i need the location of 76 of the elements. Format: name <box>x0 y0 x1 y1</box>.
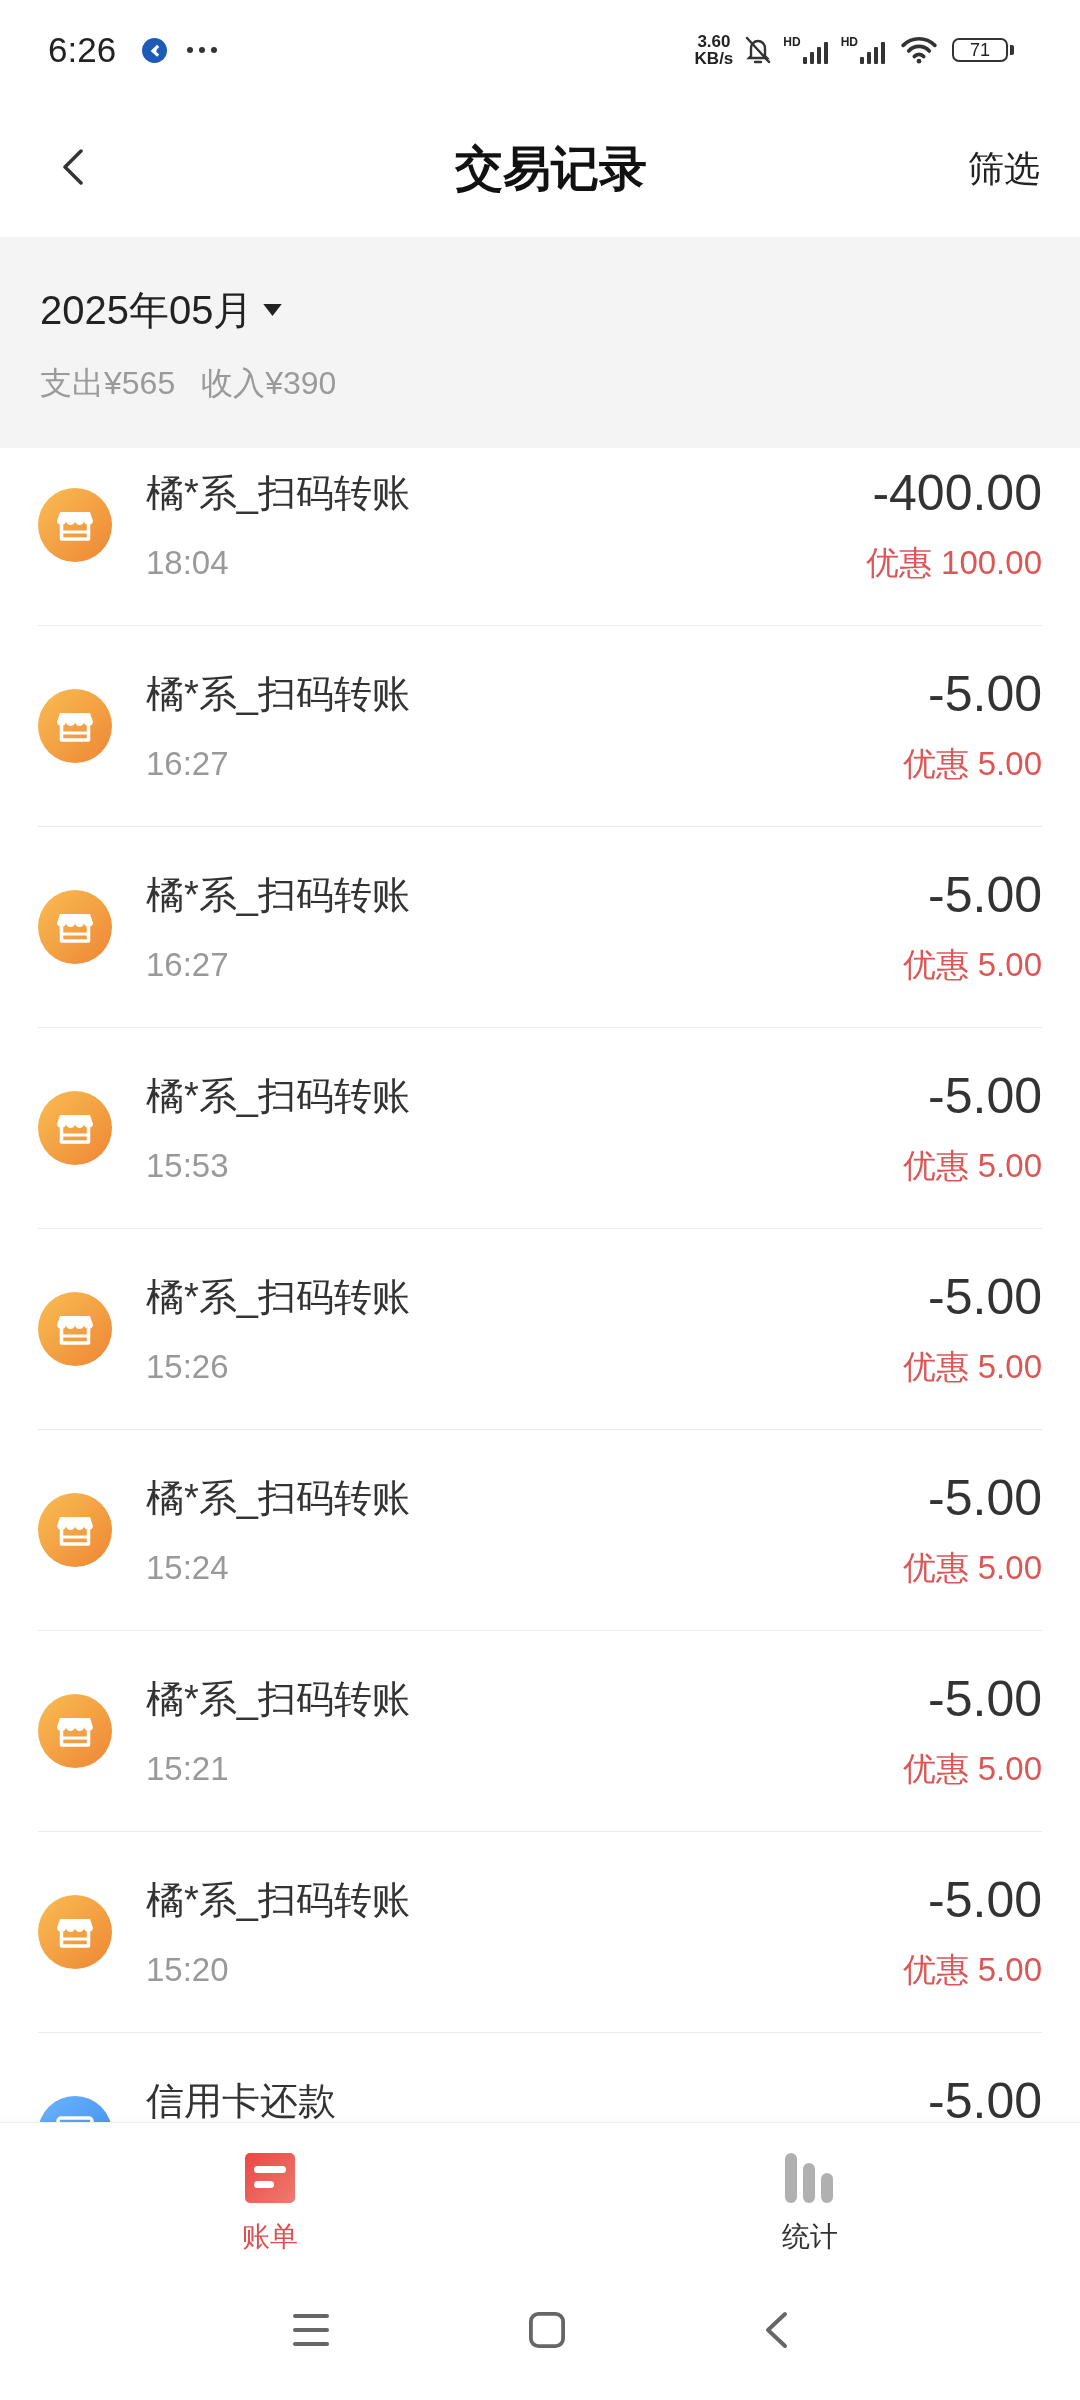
transaction-row[interactable]: 橘*系_扫码转账 16:27 -5.00 优惠 5.00 <box>38 626 1042 827</box>
merchant-name: 橘*系_扫码转账 <box>146 471 410 516</box>
merchant-name: 信用卡还款 <box>146 2079 336 2122</box>
hd-label: HD <box>783 36 801 48</box>
merchant-name: 橘*系_扫码转账 <box>146 1878 410 1923</box>
amount-text: -5.00 <box>928 1872 1042 1928</box>
storefront-icon <box>38 488 112 562</box>
discount-text: 优惠 5.00 <box>902 1347 1042 1387</box>
app-icon <box>142 37 168 63</box>
signal-icon <box>802 42 829 64</box>
transaction-row[interactable]: 橘*系_扫码转账 15:53 -5.00 优惠 5.00 <box>38 1028 1042 1229</box>
home-icon[interactable] <box>528 2312 566 2348</box>
transaction-time: 15:20 <box>146 1950 229 1990</box>
battery-level-text: 71 <box>970 40 990 60</box>
transaction-time: 18:04 <box>146 543 229 583</box>
storefront-icon <box>38 1493 112 1567</box>
amount-text: -5.00 <box>928 1470 1042 1526</box>
signal-icon <box>860 42 886 64</box>
amount-text: -5.00 <box>928 1671 1042 1727</box>
storefront-icon <box>38 689 112 763</box>
storefront-icon <box>38 1694 112 1768</box>
transaction-row[interactable]: 橘*系_扫码转账 15:20 -5.00 优惠 5.00 <box>38 1832 1042 2033</box>
amount-text: -5.00 <box>928 666 1042 722</box>
merchant-name: 橘*系_扫码转账 <box>146 1476 410 1521</box>
transaction-row[interactable]: 橘*系_扫码转账 15:26 -5.00 优惠 5.00 <box>38 1229 1042 1430</box>
transaction-time: 15:21 <box>146 1749 229 1789</box>
net-speed-unit: KB/s <box>694 50 734 67</box>
transaction-row[interactable]: 橘*系_扫码转账 16:27 -5.00 优惠 5.00 <box>38 827 1042 1028</box>
amount-text: -400.00 <box>872 465 1042 521</box>
merchant-name: 橘*系_扫码转账 <box>146 1275 410 1320</box>
storefront-icon <box>38 890 112 964</box>
menu-icon[interactable] <box>292 2312 330 2348</box>
page-title: 交易记录 <box>455 140 647 197</box>
month-selector[interactable]: 2025年05月 <box>40 282 283 338</box>
hd-label: HD <box>840 36 858 48</box>
list-icon <box>245 2153 295 2203</box>
discount-text: 优惠 5.00 <box>902 1749 1042 1789</box>
bill-tab[interactable]: 账单 <box>242 2153 298 2257</box>
transaction-time: 15:53 <box>146 1146 229 1186</box>
merchant-name: 橘*系_扫码转账 <box>146 672 410 717</box>
discount-text: 优惠 5.00 <box>902 1146 1042 1186</box>
transaction-row[interactable]: 橘*系_扫码转账 15:21 -5.00 优惠 5.00 <box>38 1631 1042 1832</box>
expense-total: 支出¥565 <box>40 364 176 403</box>
discount-text: 优惠 100.00 <box>865 543 1042 583</box>
transaction-row[interactable]: 橘*系_扫码转账 15:24 -5.00 优惠 5.00 <box>38 1430 1042 1631</box>
net-speed-value: 3.60 <box>697 33 731 50</box>
discount-text: 优惠 5.00 <box>902 1548 1042 1588</box>
bar-chart-icon <box>785 2153 835 2203</box>
stats-tab[interactable]: 统计 <box>782 2153 838 2257</box>
discount-text: 优惠 5.00 <box>902 744 1042 784</box>
amount-text: -5.00 <box>928 1269 1042 1325</box>
storefront-icon <box>38 1292 112 1366</box>
filter-button[interactable]: 筛选 <box>968 144 1040 193</box>
merchant-name: 橘*系_扫码转账 <box>146 873 410 918</box>
status-time: 6:26 <box>48 30 117 70</box>
amount-text: -5.00 <box>928 867 1042 923</box>
wifi-icon <box>900 36 938 64</box>
merchant-name: 橘*系_扫码转账 <box>146 1677 410 1722</box>
amount-text: -5.00 <box>928 1068 1042 1124</box>
muted-bell-icon <box>745 36 772 64</box>
transaction-time: 16:27 <box>146 744 229 784</box>
transaction-time: 16:27 <box>146 945 229 985</box>
transaction-time: 15:26 <box>146 1347 229 1387</box>
discount-text: 优惠 5.00 <box>902 1950 1042 1990</box>
back-icon[interactable] <box>764 2311 788 2349</box>
storefront-icon <box>38 1091 112 1165</box>
amount-text: -5.00 <box>928 2073 1042 2122</box>
transaction-time: 15:24 <box>146 1548 229 1588</box>
merchant-name: 橘*系_扫码转账 <box>146 1074 410 1119</box>
transaction-row[interactable]: 橘*系_扫码转账 18:04 -400.00 优惠 100.00 <box>38 448 1042 626</box>
income-total: 收入¥390 <box>201 364 337 403</box>
caret-icon <box>263 304 283 316</box>
storefront-icon <box>38 1895 112 1969</box>
more-dots-icon <box>187 47 218 53</box>
back-icon[interactable] <box>62 148 84 185</box>
discount-text: 优惠 5.00 <box>902 945 1042 985</box>
